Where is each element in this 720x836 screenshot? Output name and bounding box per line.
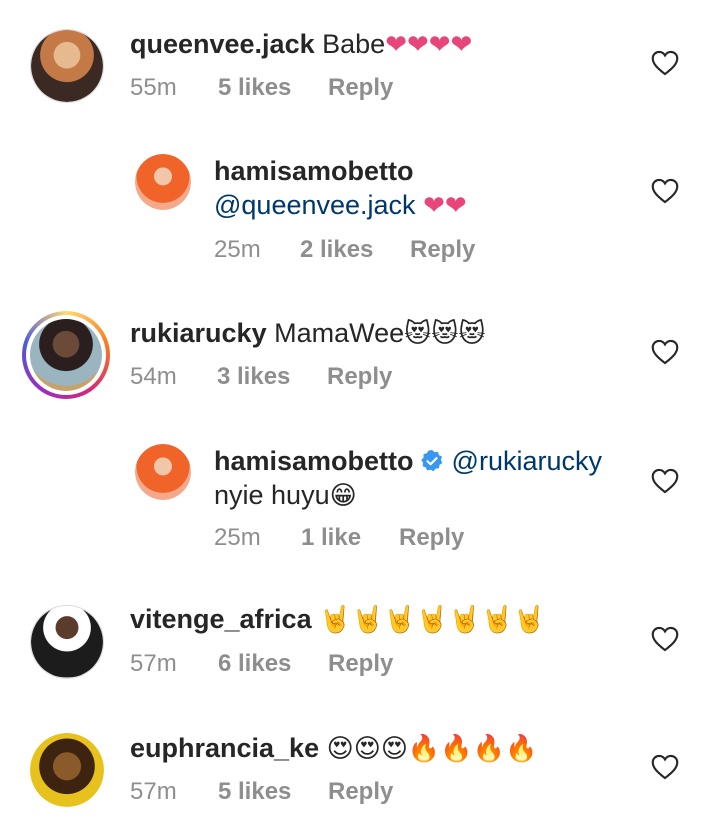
avatar-story-ring[interactable] [22,311,110,399]
comment-username[interactable]: vitenge_africa [130,604,312,634]
comment-item: rukiarucky MamaWee😻😻😻 54m 3 likes Reply [0,290,720,430]
reply-button[interactable]: Reply [328,74,393,102]
comment-body: rukiarucky MamaWee😻😻😻 [130,316,485,350]
comment-body: nyie huyu😁 [214,478,357,512]
comment-body: queenvee.jack Babe❤❤❤❤ [130,27,472,61]
avatar[interactable] [30,29,104,103]
comment-reply-item: hamisamobetto @rukiarucky nyie huyu😁 25m 1… [0,430,720,580]
avatar[interactable] [30,733,104,807]
comment-username-line: hamisamobetto @rukiarucky [214,444,602,478]
heart-outline-icon[interactable] [651,178,679,204]
mention-link[interactable]: @queenvee.jack [214,190,416,220]
comment-item: queenvee.jack Babe❤❤❤❤ 55m 5 likes Reply [0,0,720,140]
reply-button[interactable]: Reply [327,363,392,391]
comment-likes[interactable]: 1 like [301,524,399,552]
comment-time: 57m [130,650,177,677]
heart-emoji-text: ❤❤ [423,190,467,220]
comment-likes[interactable]: 5 likes [218,778,328,806]
comment-time: 57m [130,778,177,805]
comment-username-line: hamisamobetto [214,154,414,188]
verified-badge-icon [420,450,442,472]
comment-time: 25m [214,524,261,551]
comment-likes[interactable]: 5 likes [218,74,328,102]
comment-body: vitenge_africa 🤘🤘🤘🤘🤘🤘🤘 [130,602,546,636]
comment-likes[interactable]: 6 likes [218,650,328,678]
comment-time: 25m [214,236,261,263]
reply-button[interactable]: Reply [410,236,475,264]
heart-outline-icon[interactable] [651,339,679,365]
comment-likes[interactable]: 3 likes [217,363,327,391]
reply-button[interactable]: Reply [328,650,393,678]
comment-meta: 25m 2 likes Reply [214,236,475,264]
comment-meta: 57m 5 likes Reply [130,778,393,806]
reply-button[interactable]: Reply [399,524,464,552]
rock-on-emoji-text: 🤘🤘🤘🤘🤘🤘🤘 [319,604,546,634]
heart-outline-icon[interactable] [651,754,679,780]
grin-emoji-text: 😁 [329,480,357,510]
heart-outline-icon[interactable] [651,626,679,652]
comment-text: Babe [322,29,386,59]
mention-link[interactable]: @rukiarucky [452,446,602,476]
comment-username[interactable]: hamisamobetto [214,446,414,476]
avatar[interactable] [30,605,104,679]
comment-username[interactable]: euphrancia_ke [130,733,319,763]
comment-username[interactable]: hamisamobetto [214,156,414,186]
comment-meta: 54m 3 likes Reply [130,363,392,391]
heart-outline-icon[interactable] [651,468,679,494]
comment-item: vitenge_africa 🤘🤘🤘🤘🤘🤘🤘 57m 6 likes Reply [0,580,720,710]
comment-time: 55m [130,74,177,101]
comment-username[interactable]: queenvee.jack [130,29,315,59]
reply-button[interactable]: Reply [328,778,393,806]
comment-meta: 57m 6 likes Reply [130,650,393,678]
comment-meta: 55m 5 likes Reply [130,74,393,102]
comment-username[interactable]: rukiarucky [130,318,267,348]
comment-body: euphrancia_ke 😍😍😍🔥🔥🔥🔥 [130,731,537,765]
heart-eyes-fire-emoji-text: 😍😍😍🔥🔥🔥🔥 [326,733,538,763]
heart-outline-icon[interactable] [651,50,679,76]
comment-body: @queenvee.jack ❤❤ [214,188,467,222]
comment-reply-item: hamisamobetto @queenvee.jack ❤❤ 25m 2 lik… [0,140,720,290]
cat-heart-eyes-emoji-text: 😻😻😻 [404,318,486,348]
comment-text: nyie huyu [214,480,330,510]
comment-meta: 25m 1 like Reply [214,524,464,552]
comment-likes[interactable]: 2 likes [300,236,410,264]
avatar[interactable] [135,444,191,500]
comment-text: MamaWee [274,318,405,348]
avatar[interactable] [135,154,191,210]
comment-item: euphrancia_ke 😍😍😍🔥🔥🔥🔥 57m 5 likes Reply [0,710,720,836]
heart-emoji-text: ❤❤❤❤ [385,29,473,59]
comment-time: 54m [130,363,177,390]
